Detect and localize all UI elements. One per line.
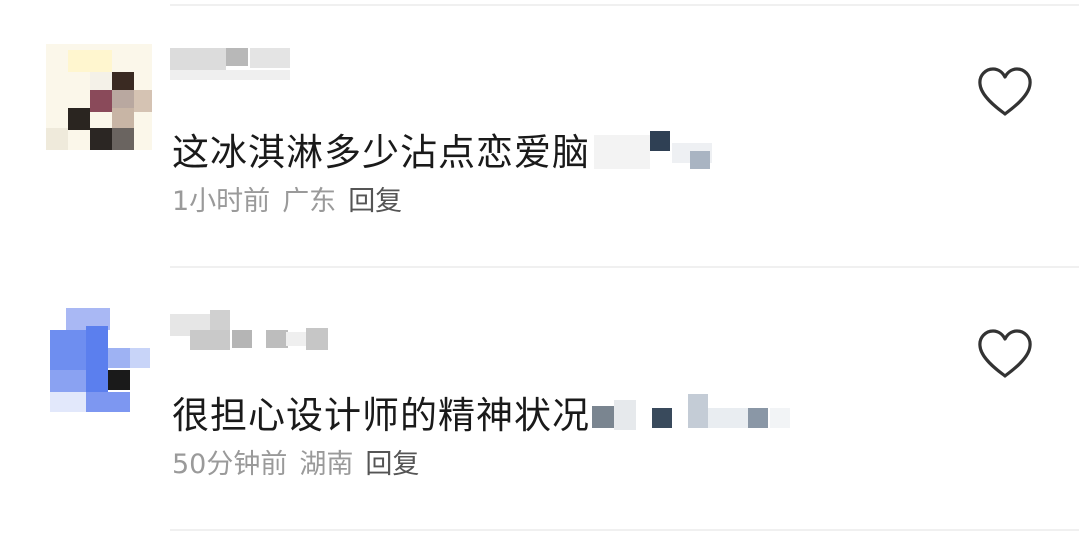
comment-time: 50分钟前 (172, 449, 288, 480)
comment-content: 很担心设计师的精神状况 (172, 394, 590, 437)
divider (170, 4, 1079, 6)
divider (170, 529, 1079, 531)
username-censored[interactable] (170, 46, 370, 86)
like-button[interactable] (976, 328, 1034, 380)
comment-location: 湖南 (299, 449, 354, 480)
username-censored[interactable] (170, 308, 370, 350)
censored-emoji (590, 131, 730, 175)
comment-location: 广东 (282, 186, 337, 217)
reply-button[interactable]: 回复 (365, 449, 419, 480)
comment-text: 很担心设计师的精神状况 (172, 394, 800, 438)
comment-content: 这冰淇淋多少沾点恋爱脑 (172, 131, 590, 174)
heart-icon (978, 329, 1032, 378)
avatar[interactable] (46, 308, 152, 414)
divider (170, 266, 1079, 268)
comment-meta: 50分钟前 湖南 回复 (172, 448, 431, 482)
comment-meta: 1小时前 广东 回复 (172, 185, 414, 219)
comment-text: 这冰淇淋多少沾点恋爱脑 (172, 131, 730, 175)
avatar[interactable] (46, 44, 152, 150)
like-button[interactable] (976, 66, 1034, 118)
comment-list: 这冰淇淋多少沾点恋爱脑 1小时前 广东 回复 很担心设计师的精神状况 50分钟前… (0, 0, 1079, 533)
heart-icon (978, 67, 1032, 116)
comment-time: 1小时前 (172, 186, 271, 217)
censored-emoji (590, 394, 800, 438)
reply-button[interactable]: 回复 (348, 186, 402, 217)
